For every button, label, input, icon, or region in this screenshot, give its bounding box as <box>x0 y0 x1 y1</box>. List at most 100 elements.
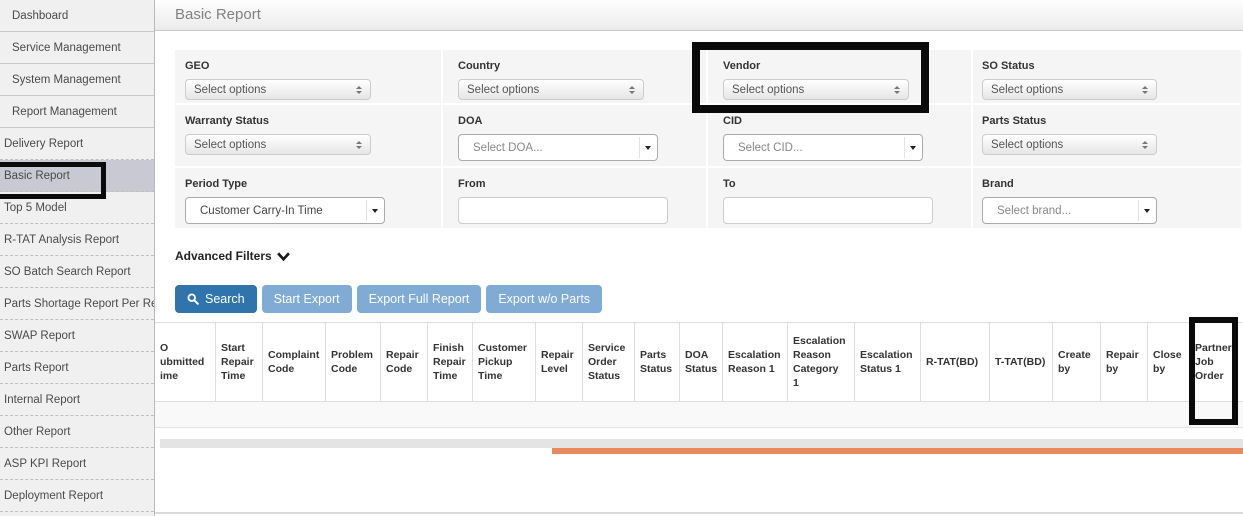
sidebar-item-report-management[interactable]: Report Management <box>0 96 154 128</box>
column-header-complaint-code: Complaint Code <box>263 323 326 401</box>
sidebar-item-label: Service Management <box>12 42 121 54</box>
search-icon <box>187 293 199 305</box>
filter-panel: GEOSelect options Country Select options Ve… <box>175 50 1243 228</box>
vendor-multiselect[interactable]: Select options <box>723 79 909 100</box>
button-label: Export Full Report <box>369 292 470 306</box>
column-header-repair-code: Repair Code <box>381 323 428 401</box>
column-header-label: Parts Status <box>640 348 674 376</box>
sidebar-item-label: R-TAT Analysis Report <box>4 234 119 246</box>
geo-multiselect[interactable]: Select options <box>185 79 371 100</box>
sidebar-item-delivery-report[interactable]: Delivery Report <box>0 128 154 160</box>
search-button[interactable]: Search <box>175 285 257 313</box>
column-header-label: Problem Code <box>331 348 375 376</box>
sidebar-item-label: System Management <box>12 74 121 86</box>
filter-country: Country Select options <box>443 50 706 103</box>
parts-status-multiselect[interactable]: Select options <box>982 134 1157 155</box>
updown-caret-icon <box>1142 86 1148 94</box>
sidebar: Dashboard Service Management System Manage… <box>0 0 155 516</box>
updown-caret-icon <box>629 86 635 94</box>
sidebar-item-label: Other Report <box>4 426 70 438</box>
table-empty-row <box>155 402 1243 428</box>
column-header-label: Repair Code <box>386 348 422 376</box>
filter-warranty-status: Warranty StatusSelect options <box>175 105 441 166</box>
sidebar-item-label: Basic Report <box>4 170 70 182</box>
sidebar-item-swap-report[interactable]: SWAP Report <box>0 320 154 352</box>
cid-select[interactable]: Select CID... <box>723 134 923 161</box>
filter-so-status: SO Status Select options <box>973 50 1241 103</box>
report-table: O ubmitted ime Start Repair TimeComplaint… <box>155 322 1243 428</box>
doa-select[interactable]: Select DOA... <box>458 134 658 161</box>
column-header-r-tat-bd: R-TAT(BD) <box>921 323 990 401</box>
sidebar-item-label: Parts Report <box>4 362 69 374</box>
sidebar-item-parts-report[interactable]: Parts Report <box>0 352 154 384</box>
column-header-finish-repair-time: Finish Repair Time <box>428 323 473 401</box>
column-header-label: R-TAT(BD) <box>926 355 978 369</box>
sidebar-item-asp-kpi-report[interactable]: ASP KPI Report <box>0 448 154 480</box>
brand-select[interactable]: Select brand... <box>982 197 1157 224</box>
combo-value: Customer Carry-In Time <box>200 205 323 217</box>
column-header-label: Escalation Reason 1 <box>728 348 782 376</box>
filter-label-vendor: Vendor <box>723 60 971 72</box>
action-buttons: Search Start Export Export Full Report Expo… <box>175 285 602 313</box>
multiselect-value: Select options <box>991 139 1063 151</box>
sidebar-item-internal-report[interactable]: Internal Report <box>0 384 154 416</box>
column-header-start-repair-time: Start Repair Time <box>216 323 263 401</box>
column-header-close-by: Close by <box>1148 323 1190 401</box>
sidebar-item-basic-report[interactable]: Basic Report <box>0 160 154 192</box>
sidebar-item-other-report[interactable]: Other Report <box>0 416 154 448</box>
combo-value: Select DOA... <box>473 142 543 154</box>
sidebar-item-parts-shortage-report-per-repa[interactable]: Parts Shortage Report Per Repa <box>0 288 154 320</box>
combo-value: Select CID... <box>738 142 803 154</box>
export-full-report-button[interactable]: Export Full Report <box>357 285 482 313</box>
sidebar-item-label: SO Batch Search Report <box>4 266 131 278</box>
column-header-label: Repair Level <box>541 348 577 376</box>
dropdown-arrow-icon <box>904 137 920 158</box>
column-header-escalation-reason-1: Escalation Reason 1 <box>723 323 788 401</box>
sidebar-item-top-5-model[interactable]: Top 5 Model <box>0 192 154 224</box>
sidebar-item-r-tat-analysis-report[interactable]: R-TAT Analysis Report <box>0 224 154 256</box>
sidebar-item-label: Report Management <box>12 106 117 118</box>
advanced-filters-toggle[interactable]: Advanced Filters <box>175 249 290 263</box>
sidebar-item-system-management[interactable]: System Management <box>0 64 154 96</box>
sidebar-item-label: Dashboard <box>12 10 68 22</box>
horizontal-scrollbar-track[interactable] <box>160 439 1243 448</box>
sidebar-item-so-batch-search-report[interactable]: SO Batch Search Report <box>0 256 154 288</box>
warranty-status-multiselect[interactable]: Select options <box>185 134 371 155</box>
button-label: Search <box>205 292 245 306</box>
start-export-button[interactable]: Start Export <box>262 285 352 313</box>
from-input[interactable] <box>458 197 668 224</box>
period-type-select[interactable]: Customer Carry-In Time <box>185 197 385 224</box>
sidebar-item-dashboard[interactable]: Dashboard <box>0 0 154 32</box>
column-header-label: DOA Status <box>685 348 717 376</box>
to-input[interactable] <box>723 197 933 224</box>
column-header-o-ubmitted-ime: O ubmitted ime <box>155 323 216 401</box>
export-w-o-parts-button[interactable]: Export w/o Parts <box>486 285 602 313</box>
filter-cid: CIDSelect CID... <box>708 105 971 166</box>
column-header-create-by: Create by <box>1053 323 1101 401</box>
filter-to: To <box>708 168 971 228</box>
column-header-repair-level: Repair Level <box>536 323 583 401</box>
so-status-multiselect[interactable]: Select options <box>982 79 1157 100</box>
updown-caret-icon <box>356 86 362 94</box>
sidebar-item-deployment-report[interactable]: Deployment Report <box>0 480 154 512</box>
sidebar-item-service-management[interactable]: Service Management <box>0 32 154 64</box>
filter-period-type: Period TypeCustomer Carry-In Time <box>175 168 441 228</box>
multiselect-value: Select options <box>991 84 1063 96</box>
column-header-label: Partner Job Order <box>1195 341 1232 384</box>
column-header-doa-status: DOA Status <box>680 323 723 401</box>
column-header-label: Complaint Code <box>268 348 320 376</box>
filter-label-to: To <box>723 178 971 190</box>
table-header-row: O ubmitted ime Start Repair TimeComplaint… <box>155 322 1243 402</box>
column-header-label: Customer Pickup Time <box>478 341 530 384</box>
filter-geo: GEOSelect options <box>175 50 441 103</box>
column-header-label: O ubmitted ime <box>160 341 204 384</box>
filter-label-country: Country <box>458 60 706 72</box>
column-header-label: T-TAT(BD) <box>995 355 1045 369</box>
column-header-label: Close by <box>1153 348 1184 376</box>
filter-label-brand: Brand <box>982 178 1241 190</box>
dropdown-arrow-icon <box>639 137 655 158</box>
filter-label-from: From <box>458 178 706 190</box>
country-multiselect[interactable]: Select options <box>458 79 644 100</box>
updown-caret-icon <box>356 141 362 149</box>
filter-label-so-status: SO Status <box>982 60 1241 72</box>
